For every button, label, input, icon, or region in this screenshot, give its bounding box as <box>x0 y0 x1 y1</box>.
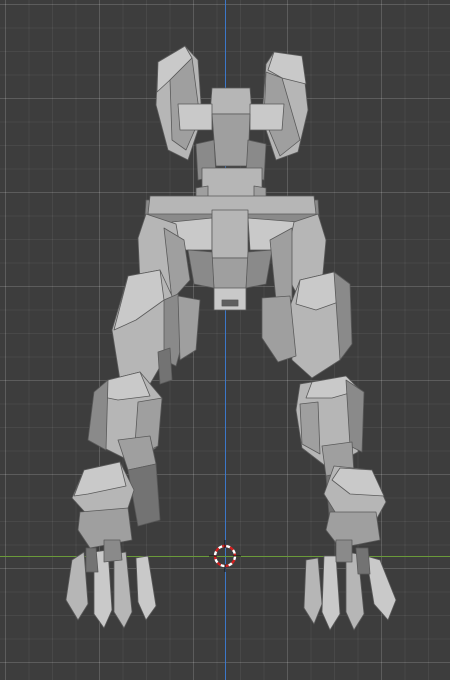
mech-model[interactable] <box>0 0 450 680</box>
3d-cursor-icon[interactable] <box>209 540 241 572</box>
right-leg[interactable] <box>261 213 397 631</box>
hip-core[interactable] <box>177 87 285 207</box>
left-leg[interactable] <box>65 213 201 629</box>
3d-viewport[interactable] <box>0 0 450 680</box>
